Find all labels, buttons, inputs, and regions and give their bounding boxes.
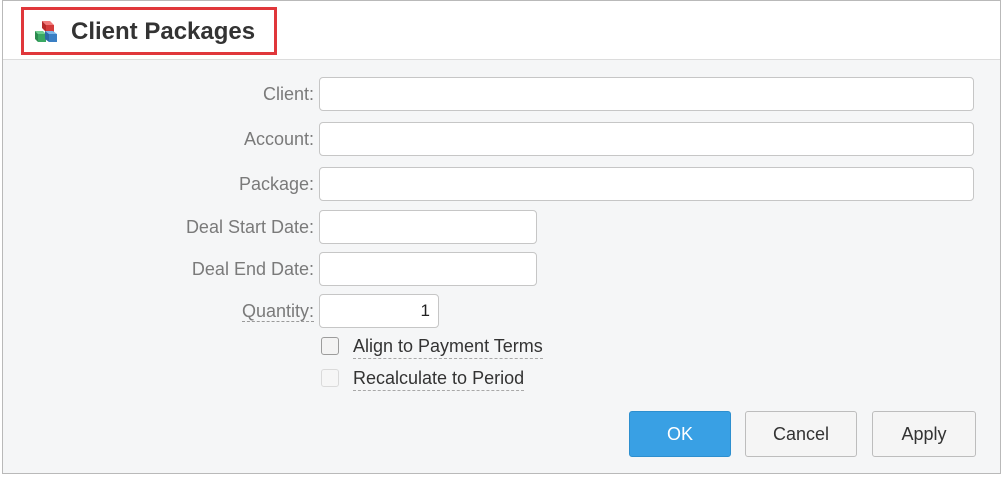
client-packages-dialog: Client Packages Client: Account: Package… [2, 0, 1001, 474]
recalculate-period-label: Recalculate to Period [353, 366, 525, 391]
client-label: Client: [262, 84, 314, 104]
dialog-titlebar: Client Packages [3, 1, 1000, 60]
apply-button[interactable]: Apply [872, 411, 976, 457]
deal-end-row: Deal End Date: [3, 252, 1000, 286]
account-input[interactable] [319, 122, 974, 156]
package-label: Package: [238, 174, 314, 194]
deal-end-date-input[interactable] [319, 252, 537, 286]
cancel-button[interactable]: Cancel [745, 411, 857, 457]
recalculate-period-checkbox [321, 369, 339, 387]
client-input[interactable] [319, 77, 974, 111]
deal-start-date-input[interactable] [319, 210, 537, 244]
account-row: Account: [3, 122, 1000, 156]
client-row: Client: [3, 77, 1000, 111]
quantity-label-wrap: Quantity: [241, 294, 314, 328]
quantity-input[interactable]: 1 [319, 294, 439, 328]
package-row: Package: [3, 167, 1000, 201]
align-payment-terms-label[interactable]: Align to Payment Terms [353, 334, 543, 359]
package-input[interactable] [319, 167, 974, 201]
title-highlight-box [21, 7, 277, 55]
align-payment-terms-checkbox[interactable] [321, 337, 339, 355]
quantity-row: Quantity: 1 [3, 294, 1000, 328]
deal-end-label: Deal End Date: [191, 259, 314, 279]
deal-start-label: Deal Start Date: [185, 217, 314, 237]
ok-button[interactable]: OK [629, 411, 731, 457]
deal-start-row: Deal Start Date: [3, 210, 1000, 244]
quantity-label: Quantity: [241, 301, 314, 322]
account-label: Account: [243, 129, 314, 149]
